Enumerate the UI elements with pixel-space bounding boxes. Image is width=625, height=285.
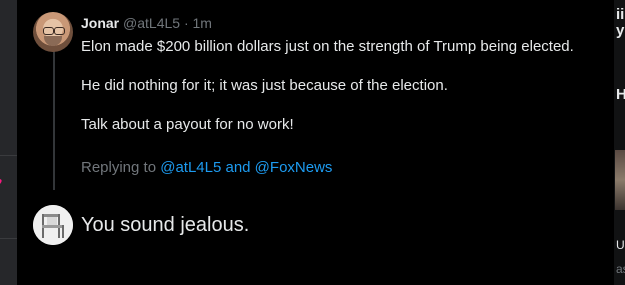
avatar-beard	[44, 36, 62, 46]
reply-compose-text[interactable]: You sound jealous.	[81, 212, 601, 240]
background-text: H	[616, 86, 625, 103]
author-name[interactable]: Jonar	[81, 15, 119, 31]
author-avatar[interactable]	[33, 12, 73, 52]
tweet-header: Jonar @atL4L5 · 1m	[81, 14, 212, 32]
replying-prefix: Replying to	[81, 159, 161, 176]
reply-modal: Jonar @atL4L5 · 1m Elon made $200 billio…	[17, 0, 614, 285]
divider	[0, 238, 17, 239]
tweet-paragraph: Talk about a payout for no work!	[81, 116, 294, 133]
chair-icon	[33, 205, 73, 245]
avatar-glasses	[43, 27, 54, 35]
background-text: U	[616, 238, 625, 252]
background-text: as	[616, 262, 625, 276]
user-avatar[interactable]	[33, 205, 73, 245]
tweet-text: Elon made $200 billion dollars just on t…	[81, 37, 611, 154]
divider	[0, 155, 17, 156]
right-background-panel: ii y H U as	[614, 0, 625, 285]
replying-to: Replying to @atL4L5 and @FoxNews	[81, 158, 332, 178]
author-handle-time[interactable]: @atL4L5 · 1m	[123, 15, 212, 31]
replying-targets-link[interactable]: @atL4L5 and @FoxNews	[160, 159, 332, 176]
avatar-glasses	[54, 27, 65, 35]
thread-connector-line	[53, 50, 55, 190]
background-image	[615, 150, 625, 210]
left-background-panel: ♥	[0, 0, 17, 285]
heart-icon[interactable]: ♥	[0, 175, 6, 189]
background-text: y	[616, 22, 625, 39]
tweet-paragraph: He did nothing for it; it was just becau…	[81, 77, 448, 94]
tweet-paragraph: Elon made $200 billion dollars just on t…	[81, 38, 574, 55]
